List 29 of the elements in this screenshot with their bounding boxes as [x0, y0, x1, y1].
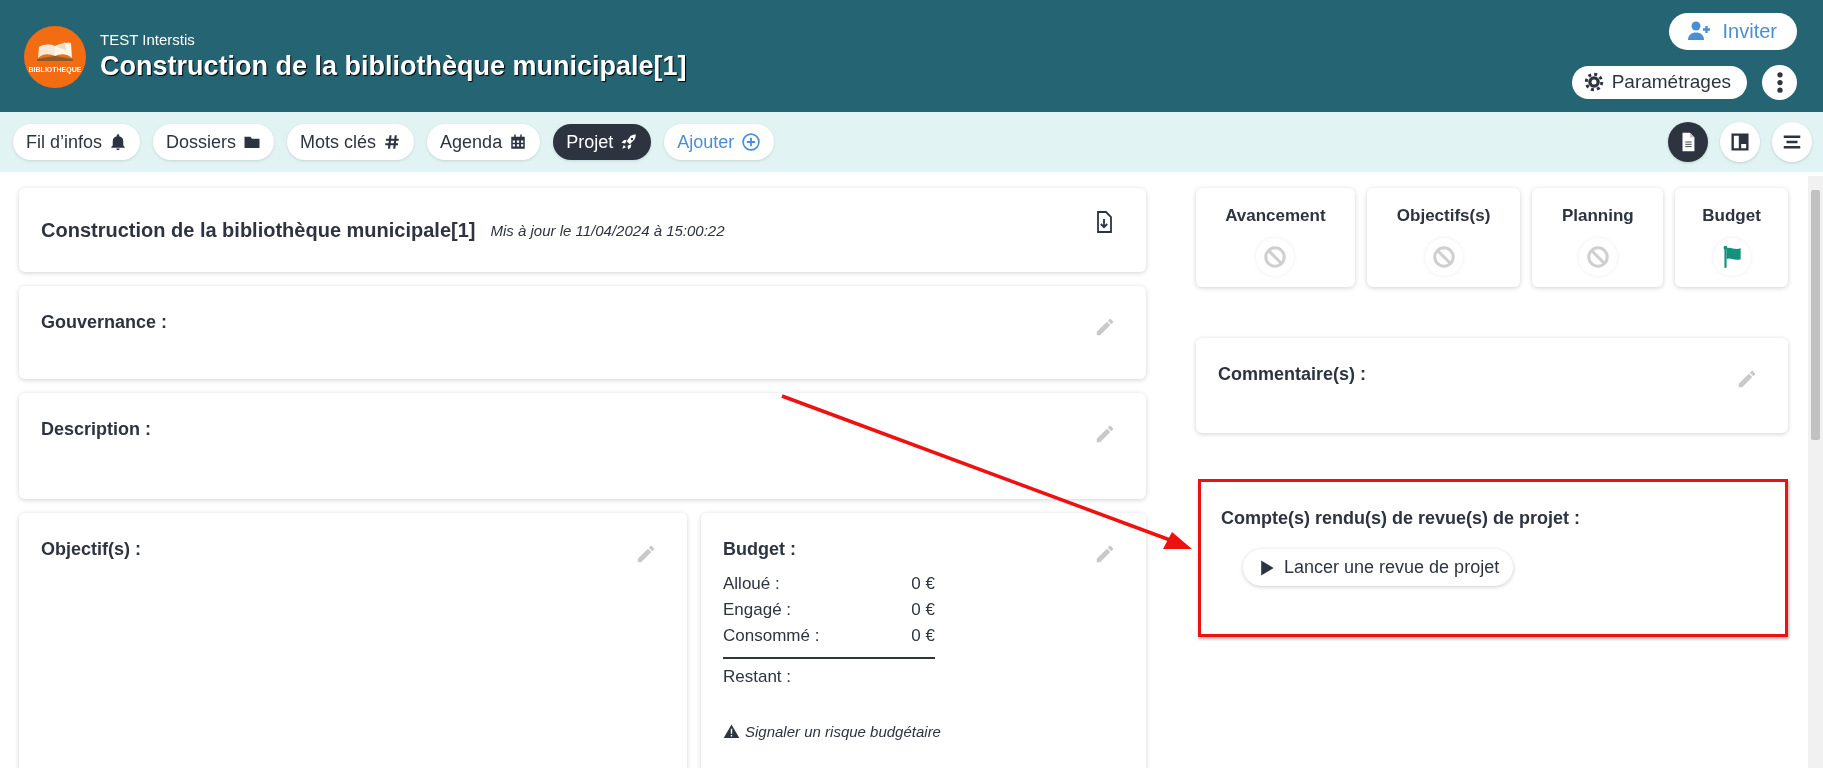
section-title: Objectif(s) : — [41, 539, 141, 559]
budget-label: Engagé : — [723, 600, 793, 620]
indicator-label: Avancement — [1225, 206, 1326, 226]
budget-label: Consommé : — [723, 626, 821, 646]
budget-value: 0 € — [911, 626, 935, 646]
budget-label: Alloué : — [723, 574, 781, 594]
nav-tab[interactable]: Fil d’infos — [13, 124, 141, 160]
section-title: Commentaire(s) : — [1218, 364, 1367, 384]
indicator-label: Budget — [1702, 206, 1761, 226]
budget-value: 0 € — [911, 574, 935, 594]
budget-value: 0 € — [911, 600, 935, 620]
indicator-label: Planning — [1561, 206, 1634, 226]
section-title: Budget : — [723, 539, 796, 559]
section-title: Description : — [41, 419, 151, 439]
risk-link[interactable]: Signaler un risque budgétaire — [723, 723, 941, 740]
workspace-name: TEST Interstis — [100, 30, 196, 48]
settings-button[interactable]: Paramétrages — [1571, 65, 1747, 99]
update-date: Mis à jour le 11/04/2024 à 15:00:22 — [490, 221, 726, 239]
section-title: Compte(s) rendu(s) de revue(s) de projet : — [1221, 508, 1581, 528]
nav-tab[interactable]: Projet — [553, 124, 652, 160]
start-review-button[interactable]: Lancer une revue de projet — [1243, 549, 1514, 586]
budget-label: Restant : — [723, 667, 793, 687]
nav-tab[interactable]: Dossiers — [153, 124, 275, 160]
project-title: Construction de la bibliothèque municipale[1] — [100, 50, 688, 82]
nav-tab[interactable]: Agenda — [427, 124, 541, 160]
project-heading: Construction de la bibliothèque municipale[1] — [41, 218, 476, 242]
section-title: Gouvernance : — [41, 312, 168, 332]
indicator-label: Objectifs(s) — [1396, 206, 1491, 226]
nav-tab[interactable]: Mots clés — [287, 124, 415, 160]
